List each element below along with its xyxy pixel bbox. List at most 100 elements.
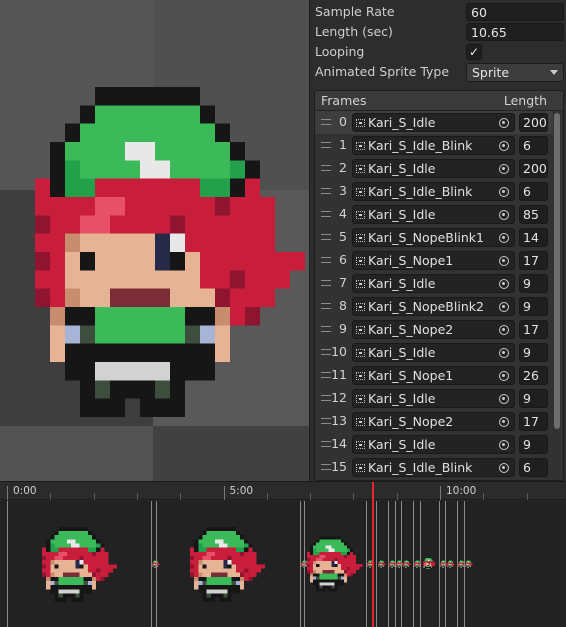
keyframe-marker[interactable] (375, 501, 377, 627)
frame-row[interactable]: 8 Kari_S_NopeBlink2 9 (315, 295, 553, 318)
scrollbar-thumb[interactable] (554, 113, 560, 429)
sprite-object-field[interactable]: Kari_S_Nope2 (352, 320, 515, 339)
animation-timeline[interactable]: 0:00 5:00 10:00 (0, 481, 566, 627)
frame-length-field[interactable]: 9 (519, 343, 548, 362)
frame-thumbnail[interactable] (190, 525, 266, 604)
frame-row[interactable]: 6 Kari_S_Nope1 17 (315, 249, 553, 272)
sprite-asset-icon (356, 349, 365, 357)
object-picker-icon[interactable] (499, 187, 509, 197)
frame-length-field[interactable]: 9 (519, 297, 548, 316)
sprite-object-field[interactable]: Kari_S_Idle (352, 343, 515, 362)
frame-index: 12 (331, 390, 347, 405)
frame-thumbnail[interactable] (422, 557, 436, 571)
keyframe-marker[interactable] (445, 501, 447, 627)
frame-length-field[interactable]: 26 (519, 366, 548, 385)
sprite-object-field[interactable]: Kari_S_Idle (352, 205, 515, 224)
frame-row[interactable]: 10 Kari_S_Idle 9 (315, 341, 553, 364)
ruler-tick (526, 493, 528, 500)
object-picker-icon[interactable] (499, 118, 509, 128)
frame-thumbnail[interactable] (414, 560, 423, 569)
frame-row[interactable]: 4 Kari_S_Idle 85 (315, 203, 553, 226)
frame-length-field[interactable]: 6 (519, 136, 548, 155)
frame-row[interactable]: 7 Kari_S_Idle 9 (315, 272, 553, 295)
object-picker-icon[interactable] (499, 440, 509, 450)
frame-row[interactable]: 15 Kari_S_Idle_Blink 6 (315, 456, 553, 479)
sprite-object-field[interactable]: Kari_S_Idle_Blink (352, 182, 515, 201)
frame-length-field[interactable]: 9 (519, 389, 548, 408)
keyframe-marker[interactable] (7, 501, 8, 627)
sprite-asset-icon (356, 372, 365, 380)
sprite-object-field[interactable]: Kari_S_Idle (352, 113, 515, 132)
keyframe-marker[interactable] (304, 501, 306, 627)
object-picker-icon[interactable] (499, 394, 509, 404)
frame-row[interactable]: 0 Kari_S_Idle 200 (315, 111, 553, 134)
frame-length-field[interactable]: 17 (519, 412, 548, 431)
frame-length-field[interactable]: 6 (519, 182, 548, 201)
frame-row[interactable]: 5 Kari_S_NopeBlink1 14 (315, 226, 553, 249)
sprite-object-field[interactable]: Kari_S_NopeBlink1 (352, 228, 515, 247)
sprite-object-field[interactable]: Kari_S_Idle (352, 159, 515, 178)
object-picker-icon[interactable] (499, 279, 509, 289)
keyframe-marker[interactable] (401, 501, 403, 627)
frame-row[interactable]: 1 Kari_S_Idle_Blink 6 (315, 134, 553, 157)
frame-row[interactable]: 2 Kari_S_Idle 200 (315, 157, 553, 180)
sprite-object-field[interactable]: Kari_S_Idle_Blink (352, 136, 515, 155)
length-field[interactable]: 10.65 (466, 23, 564, 41)
frame-thumbnail[interactable] (447, 560, 456, 569)
frame-row[interactable]: 13 Kari_S_Nope2 17 (315, 410, 553, 433)
object-picker-icon[interactable] (499, 348, 509, 358)
frame-thumbnail[interactable] (41, 525, 117, 604)
frame-length-field[interactable]: 17 (519, 251, 548, 270)
sprite-object-field[interactable]: Kari_S_Idle (352, 274, 515, 293)
frames-scrollbar[interactable] (553, 113, 561, 473)
sprite-object-field[interactable]: Kari_S_Nope2 (352, 412, 515, 431)
frame-length-field[interactable]: 9 (519, 274, 548, 293)
frame-length-field[interactable]: 14 (519, 228, 548, 247)
object-picker-icon[interactable] (499, 210, 509, 220)
object-picker-icon[interactable] (499, 463, 509, 473)
frame-length-field[interactable]: 17 (519, 320, 548, 339)
sprite-asset-icon (356, 119, 365, 127)
frame-thumbnail[interactable] (307, 535, 363, 593)
frame-length-field[interactable]: 200 (519, 113, 548, 132)
object-picker-icon[interactable] (499, 233, 509, 243)
object-picker-icon[interactable] (499, 164, 509, 174)
object-picker-icon[interactable] (499, 141, 509, 151)
frame-row[interactable]: 14 Kari_S_Idle 9 (315, 433, 553, 456)
sprite-object-field[interactable]: Kari_S_NopeBlink2 (352, 297, 515, 316)
sprite-name: Kari_S_Idle_Blink (368, 460, 473, 475)
playhead[interactable] (372, 482, 374, 627)
frame-index: 13 (331, 413, 347, 428)
object-picker-icon[interactable] (499, 325, 509, 335)
sprite-object-field[interactable]: Kari_S_Idle (352, 389, 515, 408)
frame-row[interactable]: 12 Kari_S_Idle 9 (315, 387, 553, 410)
object-picker-icon[interactable] (499, 256, 509, 266)
frame-track[interactable] (0, 501, 566, 627)
object-picker-icon[interactable] (499, 417, 509, 427)
object-picker-icon[interactable] (499, 371, 509, 381)
frame-length-field[interactable]: 200 (519, 159, 548, 178)
object-picker-icon[interactable] (499, 302, 509, 312)
frame-index: 14 (331, 436, 347, 451)
ruler-time-label: 5:00 (229, 485, 254, 497)
frame-row[interactable]: 3 Kari_S_Idle_Blink 6 (315, 180, 553, 203)
keyframe-marker[interactable] (155, 501, 157, 627)
timeline-ruler[interactable]: 0:00 5:00 10:00 (0, 482, 566, 500)
sprite-object-field[interactable]: Kari_S_Nope1 (352, 366, 515, 385)
frame-length-field[interactable]: 9 (519, 435, 548, 454)
frame-row[interactable]: 9 Kari_S_Nope2 17 (315, 318, 553, 341)
keyframe-marker[interactable] (419, 501, 421, 627)
sprite-object-field[interactable]: Kari_S_Nope1 (352, 251, 515, 270)
frame-length-field[interactable]: 85 (519, 205, 548, 224)
frame-thumbnail[interactable] (464, 560, 473, 569)
frame-length-field[interactable]: 6 (519, 458, 548, 477)
sprite-type-dropdown[interactable]: Sprite (466, 63, 564, 82)
frame-thumbnail[interactable] (377, 560, 386, 569)
sample-rate-field[interactable]: 60 (466, 3, 564, 21)
looping-checkbox[interactable]: ✓ (466, 44, 482, 60)
sprite-object-field[interactable]: Kari_S_Idle_Blink (352, 458, 515, 477)
sprite-object-field[interactable]: Kari_S_Idle (352, 435, 515, 454)
ruler-tick (50, 493, 52, 500)
frame-thumbnail[interactable] (403, 560, 412, 569)
frame-row[interactable]: 11 Kari_S_Nope1 26 (315, 364, 553, 387)
